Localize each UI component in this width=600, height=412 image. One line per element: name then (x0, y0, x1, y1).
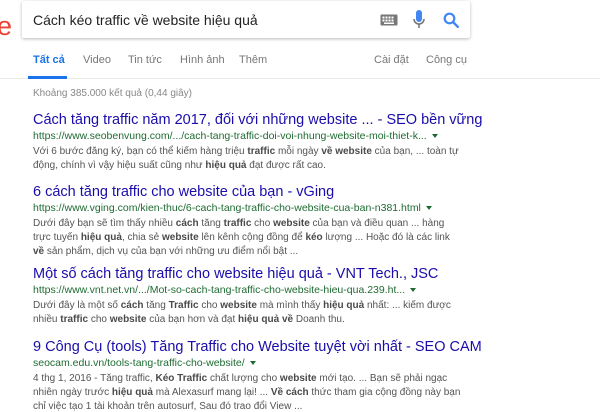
search-input[interactable]: Cách kéo traffic về website hiệu quả (22, 12, 380, 28)
keyboard-icon[interactable] (380, 14, 398, 26)
search-box: Cách kéo traffic về website hiệu quả (22, 1, 470, 38)
tab-images[interactable]: Hình ảnh (180, 54, 225, 66)
google-logo[interactable]: e (0, 14, 16, 38)
search-result: Cách tăng traffic năm 2017, đối với nhữn… (33, 112, 593, 173)
url-dropdown-icon[interactable] (410, 288, 417, 292)
settings-link[interactable]: Cài đặt (374, 54, 409, 66)
search-result: 6 cách tăng traffic cho website của bạn … (33, 184, 593, 259)
search-result: 9 Công Cụ (tools) Tăng Traffic cho Websi… (33, 339, 593, 412)
result-snippet: Dưới đây là một số cách tăng Traffic cho… (33, 300, 451, 325)
result-url: https://www.vging.com/kien-thuc/6-cach-t… (33, 201, 593, 215)
logo-letter: e (0, 14, 13, 38)
result-snippet: Với 6 bước đăng ký, bạn có thể kiếm hàng… (33, 146, 459, 171)
result-url: https://www.seobenvung.com/.../cach-tang… (33, 129, 593, 143)
result-url: https://www.vnt.net.vn/.../Mot-so-cach-t… (33, 283, 593, 297)
url-dropdown-icon[interactable] (431, 134, 438, 138)
search-result: Một số cách tăng traffic cho website hiệ… (33, 266, 593, 327)
mic-icon[interactable] (412, 9, 426, 30)
result-title[interactable]: Cách tăng traffic năm 2017, đối với nhữn… (33, 112, 593, 129)
tab-video[interactable]: Video (83, 54, 111, 66)
result-url: seocam.edu.vn/tools-tang-traffic-cho-web… (33, 356, 593, 370)
result-url-text: https://www.seobenvung.com/.../cach-tang… (33, 130, 427, 142)
result-url-text: https://www.vnt.net.vn/.../Mot-so-cach-t… (33, 284, 406, 296)
url-dropdown-icon[interactable] (425, 206, 432, 210)
search-icon[interactable] (442, 11, 460, 29)
tab-news[interactable]: Tin tức (128, 54, 162, 66)
result-title[interactable]: Một số cách tăng traffic cho website hiệ… (33, 266, 593, 283)
active-tab-indicator (28, 76, 67, 79)
search-tabs: Tất cả Video Tin tức Hình ảnh Thêm Cài đ… (0, 44, 600, 79)
result-title[interactable]: 6 cách tăng traffic cho website của bạn … (33, 184, 593, 201)
result-stats: Khoảng 385.000 kết quả (0,44 giây) (33, 88, 193, 99)
result-snippet: Dưới đây bạn sẽ tìm thấy nhiều cách tăng… (33, 218, 450, 257)
result-url-text: seocam.edu.vn/tools-tang-traffic-cho-web… (33, 357, 245, 369)
tab-all[interactable]: Tất cả (33, 54, 65, 66)
result-snippet: 4 thg 1, 2016 - Tăng traffic, Kéo Traffi… (33, 373, 461, 412)
tools-link[interactable]: Công cụ (426, 54, 467, 66)
tab-more[interactable]: Thêm (239, 54, 267, 66)
url-dropdown-icon[interactable] (249, 361, 256, 365)
result-title[interactable]: 9 Công Cụ (tools) Tăng Traffic cho Websi… (33, 339, 593, 356)
result-url-text: https://www.vging.com/kien-thuc/6-cach-t… (33, 202, 421, 214)
